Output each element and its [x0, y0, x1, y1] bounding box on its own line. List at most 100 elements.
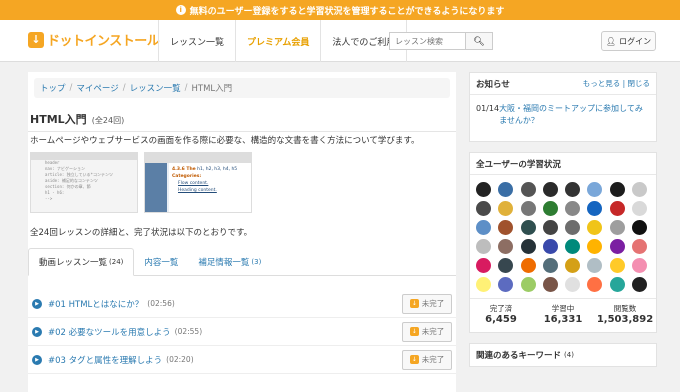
keywords-box: 関連のあるキーワード (4) — [469, 343, 657, 367]
stat-views: 閲覧数 1,503,892 — [596, 304, 654, 325]
site-header: ↓ ドットインストール レッスン一覧 プレミアム会員 法人でのご利用 🔍︎ 👤︎… — [0, 20, 680, 62]
user-avatar[interactable] — [565, 220, 581, 235]
user-avatar[interactable] — [520, 239, 536, 254]
user-avatar[interactable] — [631, 239, 647, 254]
user-avatar[interactable] — [542, 182, 558, 197]
user-avatar[interactable] — [565, 239, 581, 254]
user-avatar[interactable] — [565, 258, 581, 273]
lesson-link[interactable]: #02 必要なツールを用意しよう — [48, 326, 171, 338]
user-avatar[interactable] — [609, 201, 625, 216]
user-avatar[interactable] — [542, 258, 558, 273]
search-button[interactable]: 🔍︎ — [466, 32, 493, 50]
lesson-link[interactable]: #01 HTMLとはなにか？ — [48, 298, 143, 310]
user-avatar[interactable] — [520, 258, 536, 273]
user-avatar[interactable] — [476, 258, 491, 273]
user-avatar[interactable] — [520, 182, 536, 197]
login-button[interactable]: 👤︎ ログイン — [601, 31, 656, 51]
lesson-description: ホームページやウェブサービスの画面を作る際に必要な、構造的な文書を書く方法につい… — [30, 136, 420, 146]
nav-lessons[interactable]: レッスン一覧 — [158, 20, 235, 62]
user-avatar[interactable] — [498, 201, 514, 216]
user-avatar[interactable] — [609, 220, 625, 235]
user-avatar[interactable] — [587, 277, 603, 292]
news-links[interactable]: もっと見る | 閉じる — [583, 78, 650, 89]
preview-thumbnails: header nav: ナビゲーション article: 独立している*コンテン… — [30, 152, 252, 213]
incomplete-button[interactable]: ↓ 未完了 — [402, 349, 452, 370]
user-avatar[interactable] — [542, 201, 558, 216]
news-box: お知らせ もっと見る | 閉じる 01/14 大阪・福岡のミートアップに参加して… — [469, 72, 657, 142]
user-avatar[interactable] — [609, 182, 625, 197]
play-icon[interactable]: ▶ — [32, 354, 42, 365]
user-avatar[interactable] — [520, 201, 536, 216]
user-avatar[interactable] — [498, 258, 514, 273]
learning-stats: 完了済 6,459 学習中 16,331 閲覧数 1,503,892 — [470, 298, 656, 332]
user-avatar[interactable] — [631, 258, 647, 273]
user-avatar[interactable] — [565, 182, 581, 197]
incomplete-button[interactable]: ↓ 未完了 — [402, 293, 452, 314]
play-icon[interactable]: ▶ — [32, 298, 42, 309]
incomplete-button[interactable]: ↓ 未完了 — [402, 321, 452, 342]
user-avatar[interactable] — [498, 182, 514, 197]
user-avatar[interactable] — [587, 220, 603, 235]
tab-contents[interactable]: 内容一覧 — [134, 248, 188, 275]
user-avatar[interactable] — [498, 239, 514, 254]
breadcrumb-current: HTML入門 — [191, 84, 233, 94]
lesson-duration: (02:20) — [166, 355, 194, 364]
user-avatar[interactable] — [631, 220, 647, 235]
search-input[interactable] — [389, 32, 466, 50]
user-avatar[interactable] — [631, 201, 647, 216]
lesson-detail-text: 全24回レッスンの詳細と、完了状況は以下のとおりです。 — [30, 228, 253, 238]
user-avatar[interactable] — [565, 201, 581, 216]
search-icon: 🔍︎ — [473, 35, 485, 46]
user-avatar[interactable] — [498, 220, 514, 235]
lesson-duration: (02:56) — [147, 299, 175, 308]
user-avatar[interactable] — [565, 277, 581, 292]
logo-text: ドットインストール — [47, 34, 160, 49]
breadcrumb: トップ / マイページ / レッスン一覧 / HTML入門 — [34, 78, 450, 98]
keywords-title: 関連のあるキーワード — [476, 351, 562, 361]
keywords-count: (4) — [564, 351, 574, 359]
user-avatar[interactable] — [542, 239, 558, 254]
announcement-banner: i 無料のユーザー登録をすると学習状況を管理することができるようになります — [0, 0, 680, 20]
lesson-link[interactable]: #03 タグと属性を理解しよう — [48, 354, 162, 366]
user-avatar[interactable] — [476, 220, 491, 235]
lesson-row: ▶ #02 必要なツールを用意しよう (02:55) ↓ 未完了 — [28, 318, 456, 346]
stat-completed: 完了済 6,459 — [485, 304, 517, 325]
user-avatar[interactable] — [609, 258, 625, 273]
avatar-grid — [470, 175, 656, 294]
lesson-duration: (02:55) — [174, 327, 203, 336]
user-avatar[interactable] — [476, 182, 491, 197]
download-icon: ↓ — [409, 355, 419, 364]
user-avatar[interactable] — [476, 201, 491, 216]
nav-premium[interactable]: プレミアム会員 — [235, 20, 320, 62]
user-avatar[interactable] — [609, 239, 625, 254]
news-link[interactable]: 大阪・福岡のミートアップに参加してみませんか？ — [499, 103, 650, 133]
lesson-list: ▶ #01 HTMLとはなにか？ (02:56) ↓ 未完了 ▶ #02 必要なツ… — [28, 290, 456, 374]
breadcrumb-mypage[interactable]: マイページ — [76, 82, 118, 94]
user-avatar[interactable] — [476, 239, 491, 254]
play-icon[interactable]: ▶ — [32, 326, 42, 337]
user-avatar[interactable] — [542, 277, 558, 292]
logo-download-icon: ↓ — [28, 31, 44, 48]
page-title: HTML入門 (全24回) — [28, 108, 456, 132]
user-avatar[interactable] — [587, 239, 603, 254]
tab-videos[interactable]: 動画レッスン一覧 (24) — [28, 248, 135, 276]
user-avatar[interactable] — [609, 277, 625, 292]
spec-thumbnail[interactable]: 4.3.6 The h1, h2, h3, h4, h5 Categories:… — [144, 152, 252, 213]
user-avatar[interactable] — [498, 277, 514, 292]
breadcrumb-top[interactable]: トップ — [40, 82, 66, 94]
user-avatar[interactable] — [476, 277, 491, 292]
user-avatar[interactable] — [520, 277, 536, 292]
user-avatar[interactable] — [631, 277, 647, 292]
user-icon: 👤︎ — [605, 36, 617, 46]
user-avatar[interactable] — [587, 201, 603, 216]
user-avatar[interactable] — [520, 220, 536, 235]
user-avatar[interactable] — [542, 220, 558, 235]
tab-supplements[interactable]: 補足情報一覧 (3) — [188, 248, 271, 275]
user-avatar[interactable] — [587, 182, 603, 197]
editor-thumbnail[interactable]: header nav: ナビゲーション article: 独立している*コンテン… — [30, 152, 138, 213]
site-logo[interactable]: ↓ ドットインストール — [28, 30, 160, 49]
news-title: お知らせ — [476, 79, 510, 90]
breadcrumb-lessons[interactable]: レッスン一覧 — [130, 82, 181, 94]
user-avatar[interactable] — [631, 182, 647, 197]
user-avatar[interactable] — [587, 258, 603, 273]
